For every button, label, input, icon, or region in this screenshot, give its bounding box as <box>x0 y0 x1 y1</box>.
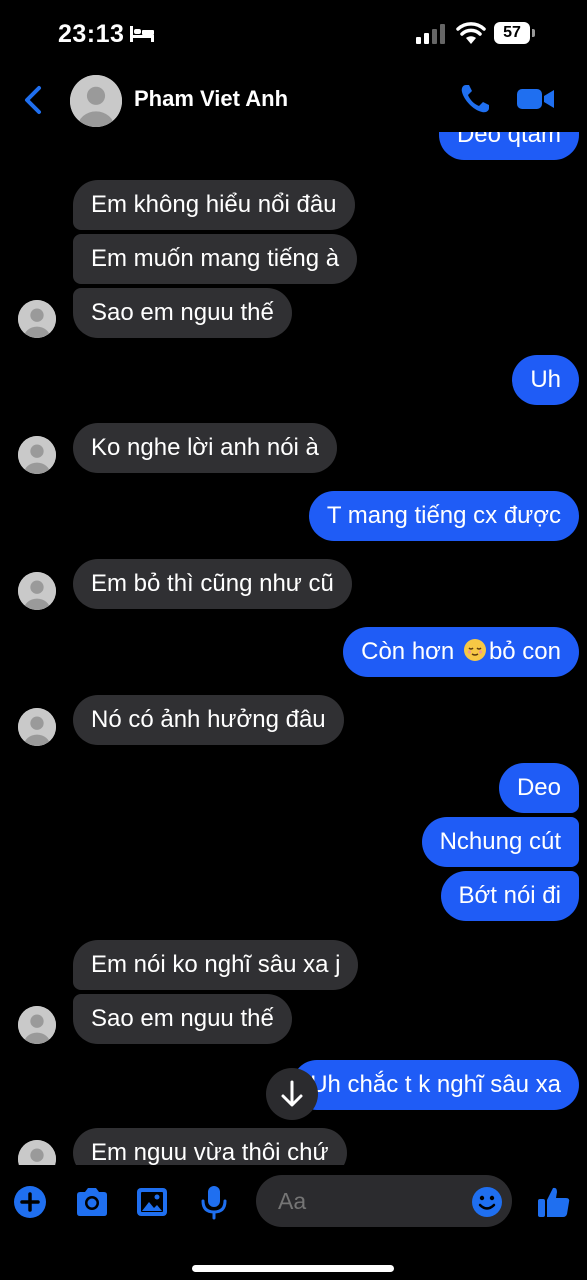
contact-avatar[interactable] <box>70 75 122 127</box>
person-icon <box>70 75 122 127</box>
message-composer <box>0 1170 587 1240</box>
phone-call-icon[interactable] <box>458 82 492 116</box>
outgoing-message[interactable]: Deo <box>498 763 579 813</box>
outgoing-message[interactable]: Uh chắc t k nghĩ sâu xa <box>292 1060 579 1110</box>
back-arrow-icon[interactable] <box>20 82 46 118</box>
outgoing-message[interactable]: Uh <box>512 355 579 405</box>
contact-avatar[interactable] <box>18 1140 56 1165</box>
incoming-message[interactable]: Em nguu vừa thôi chứ <box>73 1128 347 1165</box>
person-icon <box>18 436 56 474</box>
microphone-icon[interactable] <box>196 1184 232 1220</box>
plus-icon[interactable] <box>12 1184 48 1220</box>
incoming-message[interactable]: Em muốn mang tiếng à <box>73 234 358 284</box>
person-icon <box>18 708 56 746</box>
conversation-header: Pham Viet Anh <box>0 70 587 132</box>
emoji-icon[interactable] <box>470 1185 504 1219</box>
person-icon <box>18 572 56 610</box>
scroll-to-bottom-button[interactable] <box>266 1068 318 1120</box>
incoming-message[interactable]: Em nói ko nghĩ sâu xa j <box>73 940 359 990</box>
thumbs-up-icon[interactable] <box>536 1184 572 1220</box>
contact-name[interactable]: Pham Viet Anh <box>134 86 288 112</box>
outgoing-message[interactable]: T mang tiếng cx được <box>308 491 579 541</box>
outgoing-message[interactable]: Còn hơn bỏ con <box>343 627 579 677</box>
incoming-message[interactable]: Sao em nguu thế <box>73 994 292 1044</box>
arrow-down-icon <box>281 1080 303 1107</box>
person-icon <box>18 1006 56 1044</box>
incoming-message[interactable]: Em không hiểu nổi đâu <box>73 180 355 230</box>
incoming-message[interactable]: Ko nghe lời anh nói à <box>73 423 337 473</box>
incoming-message[interactable]: Nó có ảnh hưởng đâu <box>73 695 344 745</box>
image-icon[interactable] <box>134 1184 170 1220</box>
incoming-message[interactable]: Em bỏ thì cũng như cũ <box>73 559 352 609</box>
outgoing-message[interactable]: Nchung cút <box>421 817 579 867</box>
contact-avatar[interactable] <box>18 572 56 610</box>
contact-avatar[interactable] <box>18 300 56 338</box>
relieved-face-emoji-icon <box>463 639 486 661</box>
person-icon <box>18 1140 56 1165</box>
contact-avatar[interactable] <box>18 708 56 746</box>
video-call-icon[interactable] <box>516 84 556 114</box>
contact-avatar[interactable] <box>18 1006 56 1044</box>
incoming-message[interactable]: Sao em nguu thế <box>73 288 292 338</box>
camera-icon[interactable] <box>74 1184 110 1220</box>
outgoing-message[interactable]: Bớt nói đi <box>440 871 579 921</box>
message-list[interactable]: Deo qtam Em không hiểu nổi đâu Em muốn m… <box>0 0 587 1165</box>
person-icon <box>18 300 56 338</box>
contact-avatar[interactable] <box>18 436 56 474</box>
home-indicator[interactable] <box>192 1265 394 1272</box>
